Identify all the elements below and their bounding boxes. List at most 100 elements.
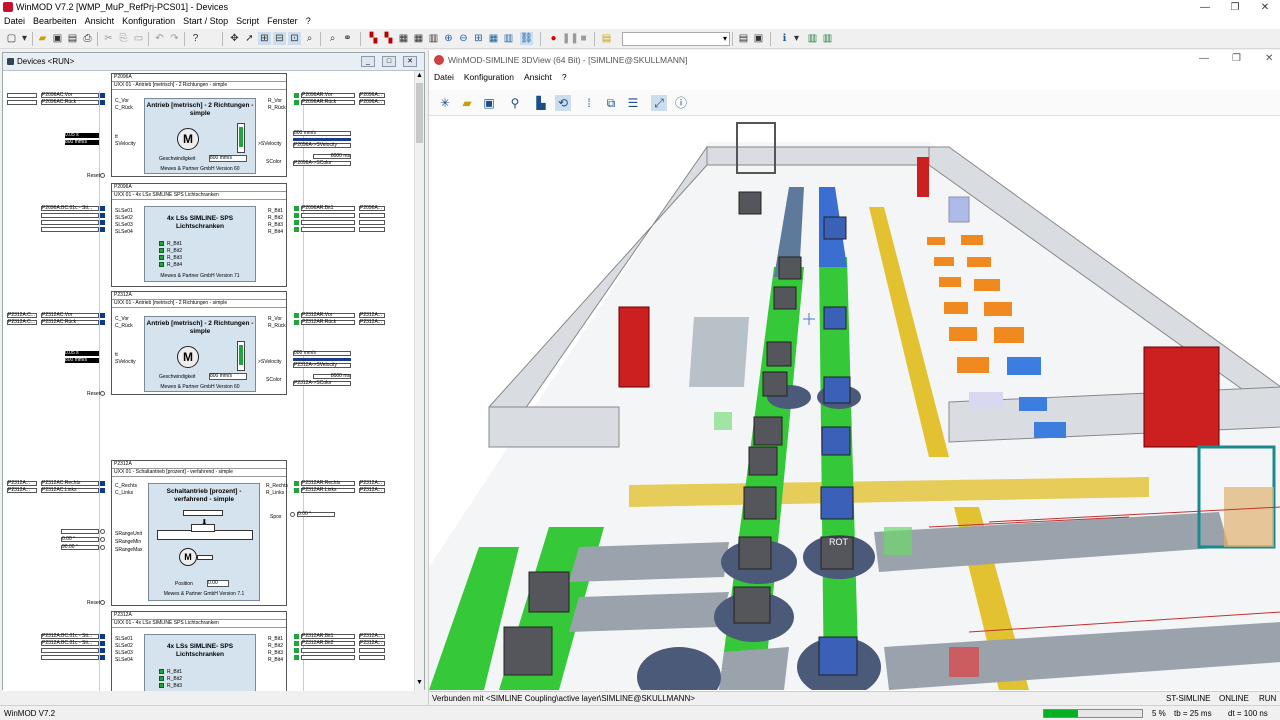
find-icon[interactable]: ⌕ — [326, 32, 339, 45]
range-input[interactable] — [61, 529, 99, 534]
progress-fill — [1044, 710, 1079, 717]
sim-menu-konfiguration[interactable]: Konfiguration — [459, 72, 519, 82]
sim-close-button[interactable]: ✕ — [1265, 53, 1273, 64]
zoom-fit-icon[interactable]: ⊟ — [273, 32, 286, 45]
info-dropdown-icon[interactable]: ▾ — [790, 32, 803, 45]
port-c-vor: C_Vor — [115, 98, 129, 104]
new-scene-icon[interactable]: ✳ — [437, 95, 453, 111]
tool-c2-icon[interactable]: ▥ — [821, 32, 834, 45]
menu-bearbeiten[interactable]: Bearbeiten — [29, 15, 81, 26]
sensor-box — [949, 647, 979, 677]
print-icon[interactable]: ⎙ — [81, 32, 94, 45]
pin — [100, 537, 105, 542]
signal-ext — [359, 655, 385, 660]
layout-icon[interactable]: ▥ — [502, 32, 515, 45]
cut-icon[interactable]: ✂ — [102, 32, 115, 45]
speed-value[interactable]: 800 mm/s — [209, 373, 247, 380]
save-icon[interactable]: ▣ — [481, 95, 497, 111]
zoom-page-icon[interactable]: ⊡ — [288, 32, 301, 45]
range-input[interactable]: 0.00 ° — [61, 537, 99, 542]
menu-help[interactable]: ? — [302, 15, 315, 26]
port-r-vor: R_Vor — [268, 316, 282, 322]
toolbar-combo[interactable]: ▾ — [622, 32, 730, 46]
connect-icon[interactable]: ⛓ — [520, 32, 533, 45]
stop-icon[interactable]: ■ — [577, 32, 590, 45]
range-input[interactable]: 90.00 ° — [61, 545, 99, 550]
undo-icon[interactable]: ↶ — [153, 32, 166, 45]
save-icon[interactable]: ▣ — [51, 32, 64, 45]
minimize-button[interactable]: — — [1190, 0, 1220, 15]
zoom-area-icon[interactable]: ⊞ — [258, 32, 271, 45]
menu-fenster[interactable]: Fenster — [263, 15, 302, 26]
dropdown-icon[interactable]: ▾ — [18, 32, 31, 45]
mdi-close-button[interactable]: ✕ — [403, 56, 417, 67]
info-icon[interactable]: ⓘ — [673, 95, 689, 111]
fit-icon[interactable]: ⊞ — [472, 32, 485, 45]
copy-icon[interactable]: ⎘ — [117, 32, 130, 45]
tool-5-icon[interactable]: ▥ — [427, 32, 440, 45]
zoom-icon[interactable]: ⌕ — [303, 32, 316, 45]
device-block-lightbarrier[interactable]: P2312A UXX 01 - 4x LSs SIMLINE SPS Licht… — [111, 611, 287, 691]
pause-icon[interactable]: ❚❚ — [562, 32, 579, 45]
sim-menu-help[interactable]: ? — [557, 72, 572, 82]
mdi-maximize-button[interactable]: □ — [382, 56, 396, 67]
mdi-minimize-button[interactable]: _ — [361, 56, 375, 67]
tool-c1-icon[interactable]: ▥ — [806, 32, 819, 45]
paste-icon[interactable]: ▭ — [132, 32, 145, 45]
script-icon[interactable]: ▤ — [600, 32, 613, 45]
port-spos: Spos — [270, 514, 282, 520]
close-button[interactable]: ✕ — [1250, 0, 1280, 15]
pin-green — [294, 220, 299, 225]
device-block-drive[interactable]: P2096A UXX 01 - Antrieb [metrisch] - 2 R… — [111, 73, 287, 177]
output-ref: P2312A->SColor — [293, 381, 351, 386]
grid-icon[interactable]: ▦ — [487, 32, 500, 45]
scroll-thumb[interactable] — [416, 83, 423, 143]
zoom-in-icon[interactable]: ⊕ — [442, 32, 455, 45]
speed-value[interactable]: 800 mm/s — [209, 155, 247, 162]
device-block-drive[interactable]: P2312A UXX 01 - Antrieb [metrisch] - 2 R… — [111, 291, 287, 395]
position-value[interactable]: 0.00 — [207, 580, 229, 587]
tool-b2-icon[interactable]: ▣ — [752, 32, 765, 45]
sim-menu-ansicht[interactable]: Ansicht — [519, 72, 557, 82]
sync-icon[interactable]: ⟲ — [555, 95, 571, 111]
3d-viewport[interactable]: ROT — [429, 117, 1280, 690]
menu-start-stop[interactable]: Start / Stop — [179, 15, 232, 26]
sim-minimize-button[interactable]: — — [1199, 53, 1209, 64]
menu-ansicht[interactable]: Ansicht — [81, 15, 119, 26]
redo-icon[interactable]: ↷ — [168, 32, 181, 45]
scroll-up-icon[interactable]: ▲ — [416, 72, 423, 79]
tool-4-icon[interactable]: ▦ — [412, 32, 425, 45]
tool-red-1-icon[interactable]: ▚ — [367, 32, 380, 45]
help-pointer-icon[interactable]: ? — [189, 32, 202, 45]
grid-icon[interactable]: ⁞ — [581, 95, 597, 111]
pointer-icon[interactable]: ➚ — [243, 32, 256, 45]
sim-menu-datei[interactable]: Datei — [429, 72, 459, 82]
devices-scrollbar[interactable]: ▲ ▼ — [414, 71, 424, 691]
open-icon[interactable]: ▰ — [36, 32, 49, 45]
tool-b1-icon[interactable]: ▤ — [737, 32, 750, 45]
save-all-icon[interactable]: ▤ — [66, 32, 79, 45]
menu-datei[interactable]: Datei — [0, 15, 29, 26]
menu-konfiguration[interactable]: Konfiguration — [118, 15, 179, 26]
connect-icon[interactable]: ⚲ — [507, 95, 523, 111]
layers-icon[interactable]: ▙ — [533, 95, 549, 111]
camera-icon[interactable]: ⤢ — [651, 95, 667, 111]
port-r-rueck: R_Rück — [268, 323, 286, 329]
sim-maximize-button[interactable]: ❐ — [1232, 53, 1241, 64]
windows-icon[interactable]: ⧉ — [603, 95, 619, 111]
menu-script[interactable]: Script — [232, 15, 263, 26]
device-block-switch-drive[interactable]: P2312A UXX 01 - Schaltantrieb [prozent] … — [111, 460, 288, 606]
open-icon[interactable]: ▰ — [459, 95, 475, 111]
maximize-button[interactable]: ❐ — [1220, 0, 1250, 15]
pan-icon[interactable]: ✥ — [228, 32, 241, 45]
new-icon[interactable]: ▢ — [5, 32, 18, 45]
binoculars-icon[interactable]: ⚭ — [341, 32, 354, 45]
list-icon[interactable]: ☰ — [625, 95, 641, 111]
scroll-down-icon[interactable]: ▼ — [416, 679, 423, 686]
record-icon[interactable]: ● — [547, 32, 560, 45]
device-block-lightbarrier[interactable]: P2096A UXX 01 - 4x LSs SIMLINE SPS Licht… — [111, 183, 287, 287]
tool-red-2-icon[interactable]: ▚ — [382, 32, 395, 45]
zoom-out-icon[interactable]: ⊖ — [457, 32, 470, 45]
tool-3-icon[interactable]: ▦ — [397, 32, 410, 45]
led-label: R_Bit2 — [167, 676, 183, 682]
